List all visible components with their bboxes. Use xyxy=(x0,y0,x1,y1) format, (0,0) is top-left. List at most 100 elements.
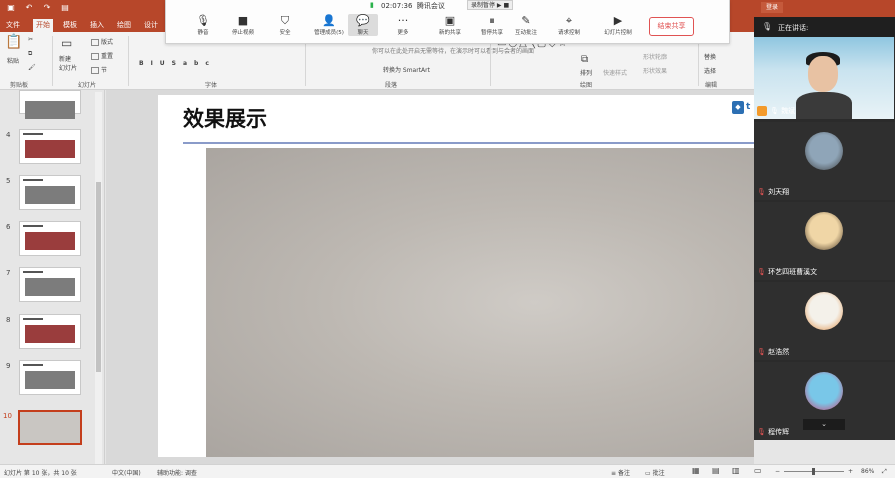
arrange-icon[interactable]: ⧉ xyxy=(581,54,588,65)
thumbnail-scrollbar[interactable] xyxy=(95,92,102,464)
chevron-down-icon[interactable]: ⌄ xyxy=(803,419,845,430)
notes-button[interactable]: ≡ 备注 xyxy=(611,468,630,477)
slide-control-icon: ▶ xyxy=(613,14,623,27)
section-label: 节 xyxy=(101,67,108,74)
language-indicator[interactable]: 中文(中国) xyxy=(112,468,141,477)
request-control-button[interactable]: ⌖ 请求控制 xyxy=(549,14,589,36)
sorter-view-icon[interactable]: ▤ xyxy=(712,466,720,475)
replace-button[interactable]: 替换 xyxy=(704,52,716,61)
copy-icon[interactable]: ⧉ xyxy=(28,50,32,58)
save-icon[interactable]: ▣ xyxy=(6,3,16,13)
end-share-button[interactable]: 结束共享 xyxy=(649,17,694,36)
tab-file[interactable]: 文件 xyxy=(3,19,23,32)
thumbnail-content xyxy=(25,140,75,158)
slide-control-label: 幻灯片控制 xyxy=(604,30,632,36)
paste-button[interactable]: 粘贴 xyxy=(7,56,19,65)
undo-icon[interactable]: ↶ xyxy=(24,3,34,13)
zoom-level[interactable]: 86% xyxy=(861,468,874,475)
format-painter-icon[interactable]: 🖌 xyxy=(28,64,36,71)
ribbon-divider xyxy=(52,36,53,86)
font-format-buttons[interactable]: BIUSabc xyxy=(139,60,216,67)
slide-thumbnail[interactable] xyxy=(18,410,82,445)
fit-window-icon[interactable]: ⤢ xyxy=(882,468,887,476)
signal-icon: ▮ xyxy=(370,1,374,9)
tab-home[interactable]: 开始 xyxy=(33,19,53,32)
slide-image[interactable] xyxy=(206,148,754,457)
convert-smartart-button[interactable]: 转换为 SmartArt xyxy=(383,65,430,74)
annotate-icon: ✎ xyxy=(521,14,531,27)
logo-text: t xyxy=(746,102,751,112)
participant-tile[interactable]: 🎙 环艺四班曹溪文 xyxy=(754,202,895,280)
arrange-button[interactable]: 排列 xyxy=(580,68,592,77)
meeting-timer: 02:07:36 腾讯会议 xyxy=(381,1,445,11)
participant-tile[interactable]: 🎙 赵浩然 xyxy=(754,282,895,360)
slide-thumbnail[interactable] xyxy=(19,314,81,349)
reading-view-icon[interactable]: ▥ xyxy=(732,466,740,475)
section-button[interactable]: 节 xyxy=(91,65,107,74)
thumbnail-title-line xyxy=(23,225,43,227)
slide-thumbnail[interactable] xyxy=(19,129,81,164)
host-icon xyxy=(757,106,767,116)
comments-button[interactable]: ▭ 批注 xyxy=(645,468,665,477)
request-control-label: 请求控制 xyxy=(557,30,580,36)
participant-tile[interactable]: 🎙 刘天翔 xyxy=(754,122,895,200)
participant-name: 🎙 程传辉 xyxy=(757,427,789,437)
annotate-button[interactable]: ✎ 互动批注 xyxy=(506,14,546,36)
slide-thumbnail[interactable] xyxy=(19,221,81,256)
zoom-slider-handle[interactable] xyxy=(812,468,815,475)
new-slide-icon[interactable]: ▭ xyxy=(61,36,72,50)
tab-template[interactable]: 模板 xyxy=(60,19,80,32)
thumbnail-title-line xyxy=(23,364,43,366)
paste-icon[interactable]: 📋 xyxy=(5,34,22,50)
slide-title[interactable]: 效果展示 xyxy=(183,103,267,133)
zoom-out-icon[interactable]: − xyxy=(775,468,780,475)
chat-button[interactable]: 💬 聊天 xyxy=(348,14,378,36)
stop-video-button[interactable]: ■ 停止视频 xyxy=(223,14,263,36)
status-bar: 幻灯片 第 10 张，共 10 张 中文(中国) 辅助功能: 调查 ≡ 备注 ▭… xyxy=(0,464,895,478)
pause-share-label: 暂停共享 xyxy=(480,30,503,36)
chat-icon: 💬 xyxy=(356,14,370,27)
comments-label: 批注 xyxy=(652,470,665,477)
thumbnail-title-line xyxy=(23,271,43,273)
tab-insert[interactable]: 插入 xyxy=(87,19,107,32)
tab-draw[interactable]: 绘图 xyxy=(114,19,134,32)
mute-label: 静音 xyxy=(197,30,209,36)
mute-button[interactable]: 🎙 静音 xyxy=(183,14,223,36)
shape-outline-button[interactable]: 形状轮廓 xyxy=(643,52,667,61)
title-underline xyxy=(183,142,754,144)
new-slide-button[interactable]: 新建 幻灯片 xyxy=(59,54,77,72)
slide-control-button[interactable]: ▶ 幻灯片控制 xyxy=(596,14,640,36)
cut-icon[interactable]: ✂ xyxy=(28,36,33,43)
thumbnail-number: 8 xyxy=(6,316,11,324)
quick-styles-button[interactable]: 快速样式 xyxy=(603,68,627,77)
accessibility-indicator[interactable]: 辅助功能: 调查 xyxy=(157,468,197,477)
present-icon[interactable]: ▤ xyxy=(60,3,70,13)
login-button[interactable]: 登录 xyxy=(761,2,783,13)
reset-label: 重置 xyxy=(101,53,114,60)
new-share-button[interactable]: ▣ 新的共享 xyxy=(430,14,470,36)
recording-status[interactable]: 录制暂停 ▶ ■ xyxy=(467,0,514,10)
slideshow-view-icon[interactable]: ▭ xyxy=(754,466,762,475)
scrollbar-thumb[interactable] xyxy=(96,182,101,372)
redo-icon[interactable]: ↷ xyxy=(42,3,52,13)
tab-design[interactable]: 设计 xyxy=(141,19,161,32)
shape-effect-button[interactable]: 形状效果 xyxy=(643,66,667,75)
participant-name: 🎙 刘天翔 xyxy=(757,187,789,197)
slide-thumbnail[interactable] xyxy=(19,90,81,119)
more-button[interactable]: ··· 更多 xyxy=(383,14,423,36)
slide-thumbnail[interactable] xyxy=(19,175,81,210)
video-person-face xyxy=(808,56,838,92)
select-button[interactable]: 选择 xyxy=(704,66,716,75)
security-label: 安全 xyxy=(279,30,291,36)
group-font: 字体 xyxy=(205,82,218,89)
people-icon: 👤 xyxy=(322,14,336,27)
slide-thumbnail[interactable] xyxy=(19,360,81,395)
slide-thumbnail[interactable] xyxy=(19,267,81,302)
manage-members-button[interactable]: 👤 管理成员(5) xyxy=(305,14,353,36)
security-button[interactable]: ⛉ 安全 xyxy=(265,14,305,36)
normal-view-icon[interactable]: ▦ xyxy=(692,466,700,475)
layout-button[interactable]: 版式 xyxy=(91,37,113,46)
zoom-in-icon[interactable]: + xyxy=(848,468,853,475)
participant-name-text: 刘天翔 xyxy=(768,188,790,196)
reset-button[interactable]: 重置 xyxy=(91,51,113,60)
